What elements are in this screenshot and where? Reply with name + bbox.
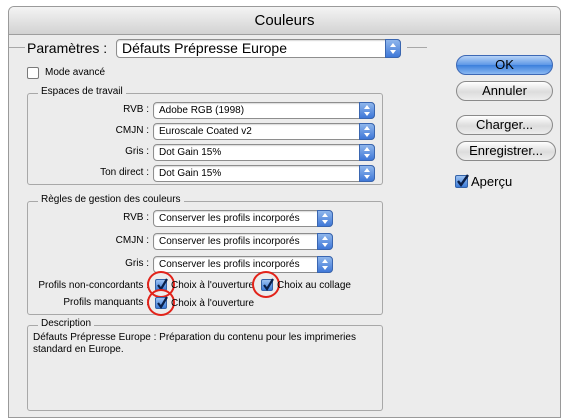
popup-arrows-icon — [317, 210, 333, 227]
ws-spot-value: Dot Gain 15% — [159, 168, 222, 179]
ws-cmyk-label: CMJN : — [115, 125, 149, 136]
working-spaces-title: Espaces de travail — [38, 86, 126, 97]
color-settings-dialog: Couleurs Paramètres : Défauts Prépresse … — [8, 6, 561, 418]
load-button[interactable]: Charger... — [456, 115, 553, 135]
window-title: Couleurs — [254, 12, 315, 29]
ws-cmyk-value: Euroscale Coated v2 — [159, 126, 252, 137]
popup-arrows-icon — [359, 144, 375, 161]
preview-label: Aperçu — [471, 174, 513, 189]
missing-label: Profils manquants : — [63, 297, 149, 308]
settings-rule-left — [9, 47, 25, 48]
mismatch-open-label: Choix à l'ouverture — [171, 280, 255, 291]
cancel-button[interactable]: Annuler — [456, 81, 553, 101]
settings-popup-value: Défauts Prépresse Europe — [122, 40, 287, 56]
settings-popup[interactable]: Défauts Prépresse Europe — [116, 39, 401, 58]
ws-rgb-label: RVB : — [123, 104, 149, 115]
policy-cmyk-popup[interactable]: Conserver les profils incorporés — [153, 233, 333, 250]
highlight-ring — [252, 271, 280, 298]
ws-cmyk-popup[interactable]: Euroscale Coated v2 — [153, 123, 375, 140]
policy-gray-label: Gris : — [125, 258, 149, 269]
mismatch-label: Profils non-concordants : — [38, 280, 149, 291]
popup-arrows-icon — [359, 165, 375, 182]
window-title-bar: Couleurs — [9, 7, 560, 35]
popup-arrows-icon — [317, 256, 333, 273]
save-button[interactable]: Enregistrer... — [456, 141, 556, 161]
ws-gray-value: Dot Gain 15% — [159, 147, 222, 158]
ok-button[interactable]: OK — [456, 55, 553, 75]
settings-rule-right — [407, 47, 427, 48]
popup-arrows-icon — [317, 233, 333, 250]
ws-spot-label: Ton direct : — [100, 167, 149, 178]
missing-open-label: Choix à l'ouverture — [171, 298, 255, 309]
policy-cmyk-label: CMJN : — [115, 235, 149, 246]
ws-spot-popup[interactable]: Dot Gain 15% — [153, 165, 375, 182]
policy-gray-popup[interactable]: Conserver les profils incorporés — [153, 256, 333, 273]
policy-cmyk-value: Conserver les profils incorporés — [159, 236, 300, 247]
description-title: Description — [38, 318, 95, 329]
policy-rgb-popup[interactable]: Conserver les profils incorporés — [153, 210, 333, 227]
policy-gray-value: Conserver les profils incorporés — [159, 259, 300, 270]
ws-rgb-popup[interactable]: Adobe RGB (1998) — [153, 102, 375, 119]
ws-rgb-value: Adobe RGB (1998) — [159, 105, 245, 116]
settings-label: Paramètres : — [27, 40, 108, 56]
description-text: Défauts Prépresse Europe : Préparation d… — [33, 332, 356, 355]
popup-arrows-icon — [359, 102, 375, 119]
popup-arrows-icon — [385, 39, 401, 58]
policy-rgb-label: RVB : — [123, 212, 149, 223]
policies-title: Règles de gestion des couleurs — [38, 194, 184, 205]
mismatch-paste-label: Choix au collage — [277, 280, 351, 291]
ws-gray-popup[interactable]: Dot Gain 15% — [153, 144, 375, 161]
ws-gray-label: Gris : — [125, 146, 149, 157]
policy-rgb-value: Conserver les profils incorporés — [159, 213, 300, 224]
preview-checkbox[interactable] — [455, 174, 469, 188]
advanced-mode-label: Mode avancé — [45, 67, 106, 78]
popup-arrows-icon — [359, 123, 375, 140]
checkmark-icon — [457, 174, 469, 188]
advanced-mode-checkbox[interactable] — [27, 67, 39, 79]
